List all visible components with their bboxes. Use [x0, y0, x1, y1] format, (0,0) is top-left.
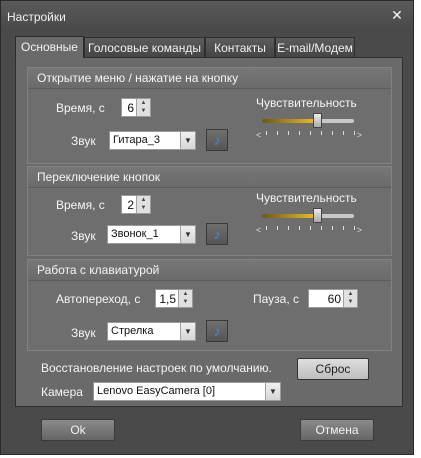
menu-sound-select[interactable]: Гитара_3 ▼ [109, 131, 196, 150]
sound-label: Звук [71, 134, 96, 148]
autoswitch-value: 1,5 [159, 292, 176, 306]
slider-tick [343, 131, 344, 135]
close-icon[interactable]: ✕ [389, 7, 405, 23]
slider-tick [288, 226, 289, 230]
title-bar: Настройки ✕ [1, 1, 413, 29]
slider-tick [277, 131, 278, 135]
stepper-arrows: ▲ ▼ [136, 99, 150, 116]
time-label: Время, с [56, 198, 105, 212]
autoswitch-stepper[interactable]: 1,5 ▲ ▼ [155, 289, 193, 308]
switch-time-stepper[interactable]: 2 ▲ ▼ [121, 195, 151, 214]
slider-ticks: < > [256, 130, 362, 140]
switch-sound-select[interactable]: Звонок_1 ▼ [107, 225, 196, 244]
pause-label: Пауза, с [253, 292, 300, 306]
autoswitch-label: Автопереход, с [56, 292, 141, 306]
slider-tick [332, 131, 333, 135]
ok-button[interactable]: Ok [41, 419, 115, 441]
slider-tick [299, 131, 300, 135]
stepper-up-icon[interactable]: ▲ [344, 290, 357, 298]
group-menu-open: Открытие меню / нажатие на кнопку Время,… [27, 67, 392, 164]
stepper-up-icon[interactable]: ▲ [137, 196, 150, 204]
chevron-down-icon[interactable]: ▼ [265, 383, 280, 400]
chevron-down-icon[interactable]: ▼ [180, 132, 195, 149]
chevron-down-icon[interactable]: ▼ [180, 226, 195, 243]
group-header: Работа с клавиатурой [28, 260, 391, 281]
stepper-down-icon[interactable]: ▼ [179, 298, 192, 306]
restore-defaults-text: Восстановление настроек по умолчанию. [41, 361, 272, 375]
tab-voice-commands[interactable]: Голосовые команды [84, 37, 205, 57]
chevron-down-icon[interactable]: ▼ [180, 323, 195, 340]
cancel-button[interactable]: Отмена [300, 419, 374, 441]
slider-tick [310, 226, 311, 230]
window-title: Настройки [7, 10, 66, 24]
stepper-arrows: ▲ ▼ [178, 290, 192, 307]
stepper-up-icon[interactable]: ▲ [179, 290, 192, 298]
camera-value: Lenovo EasyCamera [0] [97, 385, 216, 397]
slider-tick [299, 226, 300, 230]
tab-panel-general: Открытие меню / нажатие на кнопку Время,… [15, 57, 403, 407]
group-keyboard: Работа с клавиатурой Автопереход, с 1,5 … [27, 259, 392, 351]
keyboard-sound-value: Стрелка [111, 325, 154, 337]
music-note-icon[interactable]: ♪ [206, 129, 228, 151]
stepper-down-icon[interactable]: ▼ [137, 204, 150, 212]
tab-contacts[interactable]: Контакты [205, 37, 275, 57]
slider-min-marker: < [256, 130, 262, 140]
switch-sound-value: Звонок_1 [111, 228, 159, 240]
slider-tick [266, 226, 267, 230]
slider-tick [321, 226, 322, 230]
slider-thumb[interactable] [313, 208, 323, 223]
slider-ticks: < > [256, 225, 362, 235]
slider-track[interactable] [262, 214, 354, 218]
slider-tick [288, 131, 289, 135]
pause-value: 60 [327, 292, 341, 306]
settings-window: Настройки ✕ Основные Голосовые команды К… [0, 0, 414, 455]
slider-tick [343, 226, 344, 230]
tab-email-modem[interactable]: E-mail/Модем [275, 37, 355, 57]
group-header: Переключение кнопок [28, 167, 391, 188]
music-note-icon[interactable]: ♪ [206, 223, 228, 245]
slider-tick [332, 226, 333, 230]
stepper-down-icon[interactable]: ▼ [137, 107, 150, 115]
sensitivity-label: Чувствительность [256, 96, 357, 110]
group-header: Открытие меню / нажатие на кнопку [28, 68, 391, 89]
reset-button[interactable]: Сброс [297, 358, 369, 380]
stepper-arrows: ▲ ▼ [136, 196, 150, 213]
slider-tick [266, 131, 267, 135]
switch-sensitivity-slider[interactable]: < > [256, 207, 362, 237]
slider-tick [354, 226, 355, 230]
sound-label: Звук [71, 229, 96, 243]
tab-general[interactable]: Основные [15, 36, 84, 58]
menu-time-value: 6 [127, 101, 134, 115]
slider-tick [354, 131, 355, 135]
sensitivity-label: Чувствительность [256, 191, 357, 205]
switch-time-value: 2 [127, 198, 134, 212]
menu-time-stepper[interactable]: 6 ▲ ▼ [121, 98, 151, 117]
camera-label: Камера [41, 385, 83, 399]
menu-sensitivity-slider[interactable]: < > [256, 112, 362, 142]
menu-sound-value: Гитара_3 [113, 134, 160, 146]
sound-label: Звук [71, 326, 96, 340]
music-note-icon[interactable]: ♪ [206, 320, 228, 342]
stepper-arrows: ▲ ▼ [343, 290, 357, 307]
slider-track[interactable] [262, 119, 354, 123]
stepper-up-icon[interactable]: ▲ [137, 99, 150, 107]
keyboard-sound-select[interactable]: Стрелка ▼ [107, 322, 196, 341]
slider-tick [277, 226, 278, 230]
slider-max-marker: > [356, 130, 362, 140]
camera-select[interactable]: Lenovo EasyCamera [0] ▼ [93, 382, 281, 401]
pause-stepper[interactable]: 60 ▲ ▼ [308, 289, 358, 308]
group-button-switch: Переключение кнопок Время, с 2 ▲ ▼ Чувст… [27, 166, 392, 256]
stepper-down-icon[interactable]: ▼ [344, 298, 357, 306]
slider-thumb[interactable] [313, 113, 323, 128]
group-title-menu-open: Открытие меню / нажатие на кнопку [37, 71, 239, 85]
slider-tick [321, 131, 322, 135]
group-title-button-switch: Переключение кнопок [37, 170, 161, 184]
slider-min-marker: < [256, 225, 262, 235]
group-title-keyboard: Работа с клавиатурой [37, 263, 160, 277]
slider-tick [310, 131, 311, 135]
slider-max-marker: > [356, 225, 362, 235]
time-label: Время, с [56, 101, 105, 115]
